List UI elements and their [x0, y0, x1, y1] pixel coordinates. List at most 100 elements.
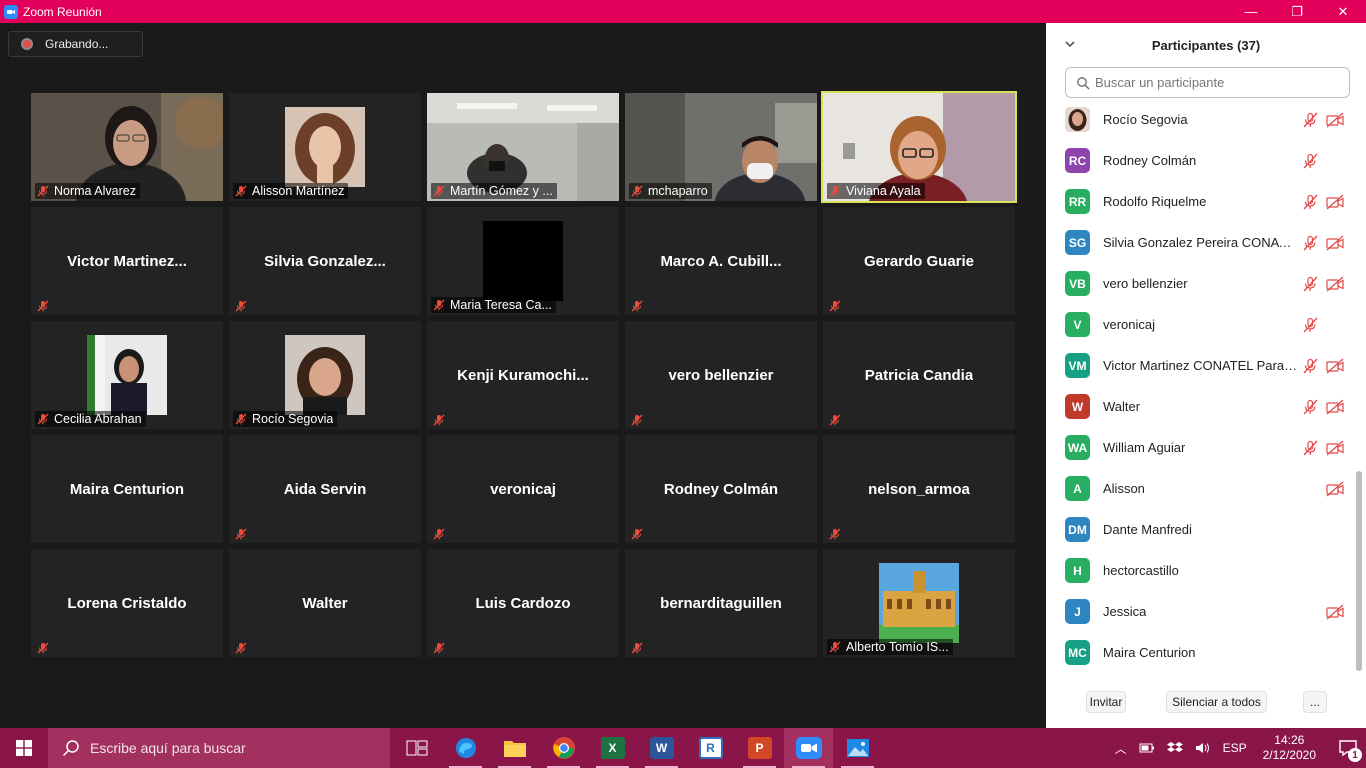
- mic-muted-icon: [631, 413, 643, 426]
- taskbar-app-photos[interactable]: [833, 728, 882, 768]
- avatar: W: [1065, 394, 1090, 419]
- taskbar-app-chrome[interactable]: [539, 728, 588, 768]
- video-tile[interactable]: Maria Teresa Ca...: [427, 207, 619, 315]
- action-center-button[interactable]: 1: [1330, 728, 1366, 768]
- video-tile[interactable]: Victor Martinez...: [31, 207, 223, 315]
- file-explorer-icon: [503, 741, 526, 757]
- scrollbar-thumb[interactable]: [1356, 471, 1362, 671]
- participant-row[interactable]: RR Rodolfo Riquelme: [1046, 181, 1356, 222]
- video-off-icon[interactable]: [1326, 112, 1344, 128]
- video-tile[interactable]: Viviana Ayala: [821, 91, 1017, 203]
- recording-indicator[interactable]: Grabando...: [8, 31, 143, 57]
- language-indicator[interactable]: ESP: [1223, 741, 1247, 755]
- taskbar-app-file-explorer[interactable]: [490, 728, 539, 768]
- video-tile[interactable]: Alberto Tomío IS...: [823, 549, 1015, 657]
- participant-row[interactable]: WA William Aguiar: [1046, 427, 1356, 468]
- taskbar-app-word[interactable]: W: [637, 728, 686, 768]
- participant-row[interactable]: J Jessica: [1046, 591, 1356, 632]
- battery-icon[interactable]: [1139, 742, 1155, 754]
- video-tile[interactable]: Martín Gómez y ...: [427, 93, 619, 201]
- video-tile[interactable]: Cecilia Abrahan: [31, 321, 223, 429]
- chevron-up-icon[interactable]: ︿: [1115, 740, 1127, 757]
- clock[interactable]: 14:26 2/12/2020: [1263, 733, 1316, 763]
- video-tile[interactable]: veronicaj: [427, 435, 619, 543]
- participant-row[interactable]: Rocío Segovia: [1046, 101, 1356, 140]
- tile-name: Rodney Colmán: [663, 480, 779, 498]
- mic-muted-icon: [235, 299, 247, 312]
- video-off-icon[interactable]: [1326, 235, 1344, 251]
- video-tile[interactable]: bernarditaguillen: [625, 549, 817, 657]
- dropbox-icon[interactable]: [1166, 741, 1183, 755]
- participant-row[interactable]: MC Maira Centurion: [1046, 632, 1356, 673]
- mic-muted-icon[interactable]: [1302, 317, 1318, 333]
- participant-row[interactable]: DM Dante Manfredi: [1046, 509, 1356, 550]
- video-tile[interactable]: vero bellenzier: [625, 321, 817, 429]
- video-off-icon[interactable]: [1326, 194, 1344, 210]
- taskbar-app-r-app[interactable]: R: [686, 728, 735, 768]
- video-off-icon[interactable]: [1326, 440, 1344, 456]
- mic-muted-icon[interactable]: [1302, 276, 1318, 292]
- video-tile[interactable]: Rocío Segovia: [229, 321, 421, 429]
- mic-muted-icon[interactable]: [1302, 112, 1318, 128]
- video-tile[interactable]: Kenji Kuramochi...: [427, 321, 619, 429]
- more-options-button[interactable]: ...: [1303, 691, 1327, 713]
- tile-name-label: Cecilia Abrahan: [35, 411, 146, 427]
- participant-list-scrollbar[interactable]: [1356, 101, 1362, 677]
- mic-muted-icon[interactable]: [1302, 153, 1318, 169]
- taskbar-app-edge[interactable]: [441, 728, 490, 768]
- participant-search-input[interactable]: Buscar un participante: [1065, 67, 1350, 98]
- video-tile[interactable]: Silvia Gonzalez...: [229, 207, 421, 315]
- windows-logo-icon: [16, 740, 32, 756]
- mic-muted-icon[interactable]: [1302, 235, 1318, 251]
- participant-row[interactable]: VB vero bellenzier: [1046, 263, 1356, 304]
- restore-button[interactable]: ❐: [1274, 0, 1320, 23]
- video-tile[interactable]: mchaparro: [625, 93, 817, 201]
- video-off-icon[interactable]: [1326, 399, 1344, 415]
- participant-row[interactable]: W Walter: [1046, 386, 1356, 427]
- mic-muted-icon: [433, 185, 445, 197]
- mic-muted-icon[interactable]: [1302, 440, 1318, 456]
- close-button[interactable]: ✕: [1320, 0, 1366, 23]
- video-tile[interactable]: Norma Alvarez: [31, 93, 223, 201]
- start-button[interactable]: [0, 728, 48, 768]
- participant-row[interactable]: Hhectorcastillo: [1046, 550, 1356, 591]
- participant-row[interactable]: A Alisson: [1046, 468, 1356, 509]
- tile-name-label: Viviana Ayala: [827, 183, 925, 199]
- mic-muted-icon[interactable]: [1302, 194, 1318, 210]
- tile-name: Rocío Segovia: [252, 412, 334, 426]
- video-tile[interactable]: Alisson Martínez: [229, 93, 421, 201]
- video-off-icon[interactable]: [1326, 276, 1344, 292]
- participant-row[interactable]: RC Rodney Colmán: [1046, 140, 1356, 181]
- tile-name: Martín Gómez y ...: [450, 184, 553, 198]
- taskbar-app-task-view[interactable]: [392, 728, 441, 768]
- tile-name: Aida Servin: [283, 480, 367, 498]
- video-tile[interactable]: Luis Cardozo: [427, 549, 619, 657]
- participant-row[interactable]: VM Victor Martinez CONATEL Parag...: [1046, 345, 1356, 386]
- video-off-icon[interactable]: [1326, 604, 1344, 620]
- video-tile[interactable]: Gerardo Guarie: [823, 207, 1015, 315]
- minimize-button[interactable]: —: [1228, 0, 1274, 23]
- taskbar-app-excel[interactable]: X: [588, 728, 637, 768]
- video-tile[interactable]: Lorena Cristaldo: [31, 549, 223, 657]
- taskbar-app-powerpoint[interactable]: P: [735, 728, 784, 768]
- video-tile[interactable]: Marco A. Cubill...: [625, 207, 817, 315]
- video-tile[interactable]: Aida Servin: [229, 435, 421, 543]
- video-tile[interactable]: Patricia Candia: [823, 321, 1015, 429]
- mute-all-button[interactable]: Silenciar a todos: [1166, 691, 1267, 713]
- video-tile[interactable]: Rodney Colmán: [625, 435, 817, 543]
- chevron-down-icon[interactable]: [1064, 38, 1076, 50]
- participant-row[interactable]: SG Silvia Gonzalez Pereira CONATE...: [1046, 222, 1356, 263]
- video-off-icon[interactable]: [1326, 481, 1344, 497]
- taskbar-search-box[interactable]: Escribe aquí para buscar: [48, 728, 390, 768]
- video-tile[interactable]: Maira Centurion: [31, 435, 223, 543]
- mic-muted-icon[interactable]: [1302, 358, 1318, 374]
- mic-muted-icon[interactable]: [1302, 399, 1318, 415]
- video-tile[interactable]: nelson_armoa: [823, 435, 1015, 543]
- tile-name: Maira Centurion: [69, 480, 185, 498]
- taskbar-app-zoom[interactable]: [784, 728, 833, 768]
- invite-button[interactable]: Invitar: [1086, 691, 1126, 713]
- video-tile[interactable]: Walter: [229, 549, 421, 657]
- participant-row[interactable]: Vveronicaj: [1046, 304, 1356, 345]
- volume-icon[interactable]: [1195, 741, 1211, 755]
- video-off-icon[interactable]: [1326, 358, 1344, 374]
